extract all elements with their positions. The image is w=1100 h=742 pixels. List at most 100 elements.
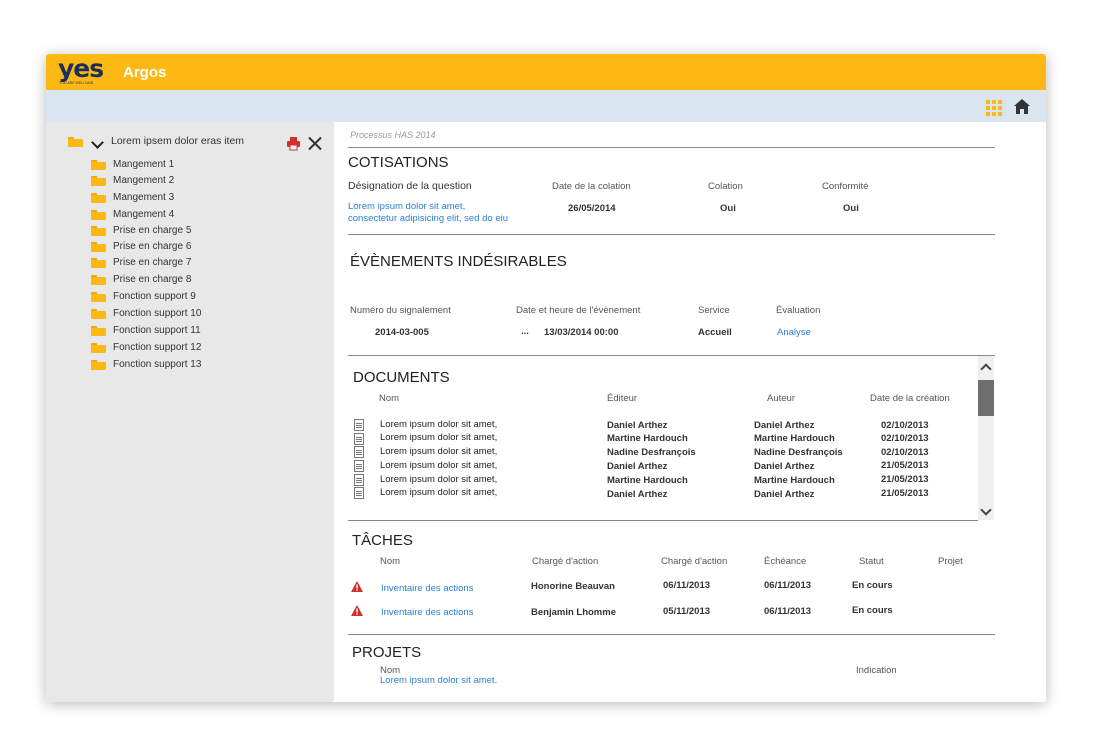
tree-item-label: Prise en charge 6 [113,241,192,252]
doc-name[interactable]: Lorem ipsum dolor sit amet, [380,446,497,457]
scroll-up-icon[interactable] [980,363,992,375]
tree-item[interactable]: Fonction support 10 [91,308,251,323]
divider [348,355,995,356]
logo-text: yes [58,54,104,83]
task-assignee: Honorine Beauvan [531,581,615,592]
tree-item[interactable]: Mangement 2 [91,175,251,190]
app-window: yes YOU ARE WELLSAID Argos Lorem ipsem d… [46,54,1046,702]
col-header: Date de la création [870,393,950,404]
doc-name[interactable]: Lorem ipsum dolor sit amet, [380,432,497,443]
logo[interactable]: yes YOU ARE WELLSAID [58,54,108,86]
folder-icon [91,343,106,353]
more-ellipsis[interactable]: ... [521,326,529,337]
tree-item[interactable]: Mangement 4 [91,209,251,224]
top-bar: yes YOU ARE WELLSAID Argos [46,54,1046,90]
col-header: Chargé d'action [532,556,599,567]
doc-author: Martine Hardouch [754,433,835,444]
question-link-cont[interactable]: consectetur adipisicing elit, sed do eiu [348,213,508,224]
folder-icon [91,176,106,186]
tree-item-label: Mangement 4 [113,209,175,220]
folder-icon [91,309,106,319]
doc-name[interactable]: Lorem ipsum dolor sit amet, [380,474,497,485]
section-title-taches: TÂCHES [352,532,413,549]
col-header: Éditeur [607,393,638,404]
section-title-evenements: ÉVÈNEMENTS INDÉSIRABLES [350,253,567,270]
home-icon[interactable] [1013,98,1031,115]
scroll-thumb[interactable] [978,380,994,416]
folder-icon [91,242,106,252]
tree-item[interactable]: Mangement 3 [91,192,251,207]
evaluation-link[interactable]: Analyse [777,327,811,338]
doc-editor: Nadine Desfrançois [607,447,696,458]
folder-open-icon [68,137,83,147]
task-date: 05/11/2013 [663,606,711,617]
task-link[interactable]: Inventaire des actions [381,583,473,594]
col-header: Évaluation [776,305,821,316]
folder-icon [91,326,106,336]
task-date: 06/11/2013 [663,580,711,591]
task-status: En cours [852,580,893,591]
tree-item[interactable]: Mangement 1 [91,159,251,174]
tree-item[interactable]: Fonction support 11 [91,325,251,340]
chevron-down-icon[interactable] [91,136,104,149]
print-icon[interactable] [286,136,301,151]
divider [348,234,995,235]
event-datetime: 13/03/2014 00:00 [544,327,619,338]
scroll-down-icon[interactable] [980,504,992,516]
doc-author: Martine Hardouch [754,475,835,486]
doc-name[interactable]: Lorem ipsum dolor sit amet, [380,419,497,430]
tree-item[interactable]: Prise en charge 8 [91,274,251,289]
col-header: Numéro du signalement [350,305,451,316]
sidebar-tree: Lorem ipsem dolor eras item Mangement 1 … [46,122,334,702]
tree-item-label: Fonction support 10 [113,308,202,319]
doc-author: Daniel Arthez [754,461,815,472]
doc-date: 02/10/2013 [881,420,929,431]
tree-item[interactable]: Fonction support 12 [91,342,251,357]
document-icon [354,460,364,472]
logo-tagline: YOU ARE WELLSAID [59,81,94,85]
tree-item[interactable]: Fonction support 9 [91,291,251,306]
tree-item-label: Fonction support 11 [113,325,201,336]
colation-value: Oui [720,203,736,214]
tree-root[interactable]: Lorem ipsem dolor eras item [68,135,258,151]
document-icon [354,474,364,486]
col-header: Échéance [764,556,807,567]
col-header: Auteur [767,393,795,404]
documents-scrollbar[interactable] [978,356,994,520]
document-icon [354,419,364,431]
col-header: Date et heure de l'évènement [516,305,641,316]
doc-editor: Daniel Arthez [607,489,668,500]
close-icon[interactable] [308,136,322,150]
col-header: Désignation de la question [348,180,472,192]
apps-grid-icon[interactable] [986,100,1002,116]
doc-name[interactable]: Lorem ipsum dolor sit amet, [380,460,497,471]
tree-item-label: Fonction support 9 [113,291,196,302]
col-header: Projet [938,556,963,567]
doc-editor: Daniel Arthez [607,461,668,472]
tree-item[interactable]: Prise en charge 6 [91,241,251,256]
col-header: Service [698,305,730,316]
tree-item[interactable]: Prise en charge 5 [91,225,251,240]
col-header: Statut [859,556,884,567]
tree-item-label: Prise en charge 5 [113,225,192,236]
doc-editor: Daniel Arthez [607,420,668,431]
tree-item-label: Fonction support 13 [113,359,202,370]
conformite-value: Oui [843,203,859,214]
document-icon [354,446,364,458]
folder-icon [91,226,106,236]
col-header: Nom [379,393,400,404]
tree-item[interactable]: Fonction support 13 [91,359,251,374]
tree-item-label: Prise en charge 7 [113,257,192,268]
task-link[interactable]: Inventaire des actions [381,607,473,618]
document-icon [354,433,364,445]
tree-item[interactable]: Prise en charge 7 [91,257,251,272]
task-assignee: Benjamin Lhomme [531,607,616,618]
question-link[interactable]: Lorem ipsum dolor sit amet, [348,201,465,212]
section-title-projets: PROJETS [352,644,422,661]
folder-icon [91,275,106,285]
tree-item-label: Mangement 1 [113,159,175,170]
divider [348,634,995,635]
project-link[interactable]: Lorem ipsum dolor sit amet. [380,675,497,686]
warning-icon [351,581,363,592]
doc-name[interactable]: Lorem ipsum dolor sit amet, [380,487,497,498]
